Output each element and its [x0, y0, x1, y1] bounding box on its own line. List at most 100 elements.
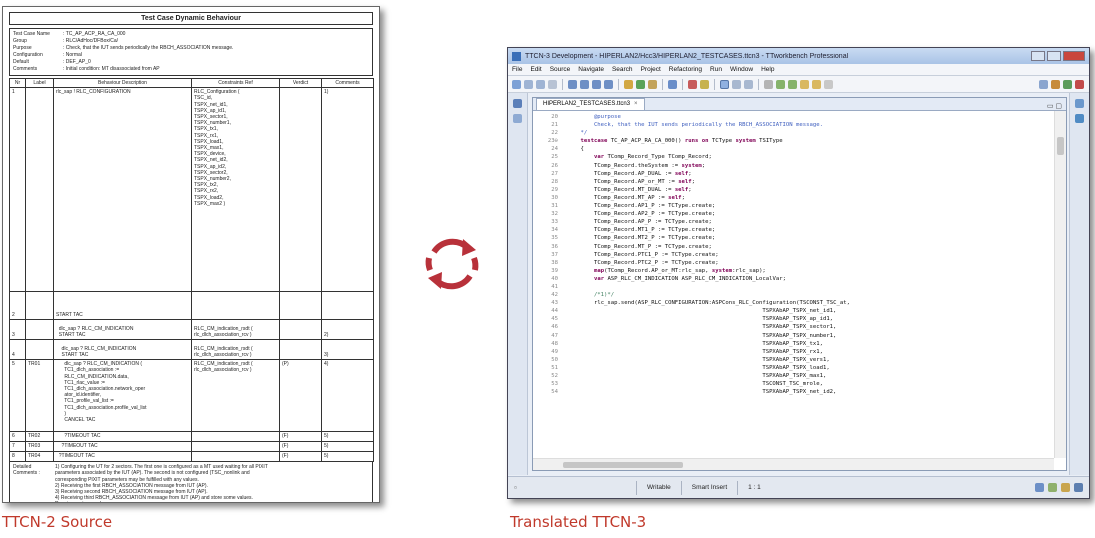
perspective-development-icon[interactable]: [1051, 79, 1060, 89]
menu-item-edit[interactable]: Edit: [530, 66, 541, 73]
list-icon[interactable]: [744, 79, 753, 89]
tab-testcases-file[interactable]: HIPERLAN2_TESTCASES.ttcn3 ×: [536, 98, 645, 110]
run-icon[interactable]: [636, 79, 645, 89]
folder-icon[interactable]: [624, 79, 633, 89]
code-line: 27 TComp_Record.AP_DUAL := self;: [533, 170, 1054, 178]
horizontal-scrollbar[interactable]: [533, 458, 1054, 470]
forward-icon[interactable]: [800, 79, 809, 89]
history-icon[interactable]: [824, 79, 833, 89]
code-line: 46 TSPXAbAP_TSPX_sector1,: [533, 323, 1054, 331]
search-icon[interactable]: [668, 79, 677, 89]
column-header: Constraints Ref: [191, 77, 280, 89]
perspective-debug-icon[interactable]: [1075, 79, 1084, 89]
header-value: : Check, that the IUT sends periodically…: [63, 45, 234, 51]
menu-item-source[interactable]: Source: [550, 66, 571, 73]
cell-cref: RLC_CM_indication_rsdt ( rlc_dlch_associ…: [191, 319, 280, 341]
debug-icon[interactable]: [688, 79, 697, 89]
code-text: TComp_Record.AP2_P := TCType.create;: [593, 211, 716, 218]
cell-verdict: [279, 291, 322, 321]
cell-comment: 5): [321, 431, 374, 443]
cell-desc: rlc_sap ! RLC_CONFIGURATION: [53, 87, 192, 293]
doc-title: Test Case Dynamic Behaviour: [9, 12, 373, 25]
status-bar: ▫ Writable Smart Insert 1 : 1: [508, 476, 1089, 498]
status-cursor-position: 1 : 1: [737, 480, 771, 495]
table-row: 3 dlc_sap ? RLC_CM_INDICATION START TAC R…: [9, 319, 374, 341]
project-explorer-icon[interactable]: [513, 99, 522, 108]
open-perspective-icon[interactable]: [1039, 79, 1048, 89]
line-number: 22: [551, 130, 558, 137]
code-text: TComp_Record.MT_AP := self;: [593, 194, 685, 201]
status-icon-4[interactable]: [1074, 483, 1083, 492]
back-icon[interactable]: [812, 79, 821, 89]
cell-nr: 6: [9, 431, 26, 443]
next-annotation-icon[interactable]: [776, 79, 785, 89]
close-button[interactable]: [1063, 51, 1085, 61]
cell-cref: [191, 291, 280, 321]
file-tab-label: HIPERLAN2_TESTCASES.ttcn3: [543, 101, 631, 107]
save-all-icon[interactable]: [536, 79, 545, 89]
properties-view-icon[interactable]: [1075, 114, 1084, 123]
outline-icon[interactable]: [513, 114, 522, 123]
vertical-scrollbar[interactable]: [1054, 111, 1066, 458]
toggle-view-icon[interactable]: [720, 79, 729, 89]
header-value: : TC_AP_ACP_RA_CA_000: [63, 31, 126, 37]
menu-item-refactoring[interactable]: Refactoring: [669, 66, 702, 73]
horizontal-scroll-thumb[interactable]: [563, 462, 683, 468]
line-number: 33: [551, 219, 558, 226]
menu-item-project[interactable]: Project: [641, 66, 661, 73]
menu-item-help[interactable]: Help: [761, 66, 774, 73]
table-row: 6 TR02 ?TIMEOUT TAC (F) 5): [9, 431, 374, 443]
column-header: Nr: [9, 77, 26, 89]
save-icon[interactable]: [524, 79, 533, 89]
status-icon-3[interactable]: [1061, 483, 1070, 492]
code-text: TComp_Record.PTC1_P := TCType.create;: [593, 251, 719, 258]
tools-icon[interactable]: [700, 79, 709, 89]
menu-item-run[interactable]: Run: [710, 66, 722, 73]
fast-view-icon[interactable]: ▫: [508, 483, 526, 492]
menu-item-window[interactable]: Window: [730, 66, 753, 73]
compile-icon[interactable]: [568, 79, 577, 89]
print-icon[interactable]: [548, 79, 557, 89]
status-icon-1[interactable]: [1035, 483, 1044, 492]
code-text: TComp_Record.AP_DUAL := self;: [593, 170, 692, 177]
table-row: 2 START TAC: [9, 291, 374, 321]
code-area[interactable]: 20 @purpose 21 Check, that the IUT sends …: [533, 111, 1054, 458]
perspective-execution-icon[interactable]: [1063, 79, 1072, 89]
editor-tabbar: HIPERLAN2_TESTCASES.ttcn3 × ▭ ▢: [533, 98, 1066, 111]
cell-nr: 5: [9, 359, 26, 433]
deploy-icon[interactable]: [604, 79, 613, 89]
line-number: 31: [551, 203, 558, 210]
code-text: TComp_Record.AP1_P := TCType.create;: [593, 203, 716, 210]
editor-window-controls[interactable]: ▭ ▢: [1047, 102, 1066, 110]
menu-item-file[interactable]: File: [512, 66, 522, 73]
new-file-icon[interactable]: [512, 79, 521, 89]
code-text: testcase TC_AP_ACP_RA_CA_000() runs on T…: [580, 138, 783, 145]
code-line: 26 TComp_Record.theSystem := system;: [533, 162, 1054, 170]
menu-item-navigate[interactable]: Navigate: [578, 66, 604, 73]
code-line: 52 TSPXAbAP_TSPX_max1,: [533, 372, 1054, 380]
doc-header: Test Case Name: TC_AP_ACP_RA_CA_000 Group…: [9, 28, 373, 76]
cell-label: TR03: [25, 441, 54, 453]
cell-cref: [191, 451, 280, 463]
header-row: Purpose: Check, that the IUT sends perio…: [13, 45, 369, 52]
detailed-comments-text: 1) Configuring the UT for 2 sectors. The…: [55, 464, 268, 502]
vertical-scroll-thumb[interactable]: [1057, 137, 1064, 155]
line-number: 45: [551, 316, 558, 323]
build-icon[interactable]: [580, 79, 589, 89]
navigate-icon[interactable]: [764, 79, 773, 89]
grid-icon[interactable]: [732, 79, 741, 89]
column-header: Label: [25, 77, 54, 89]
status-icon-2[interactable]: [1048, 483, 1057, 492]
maximize-button[interactable]: [1047, 51, 1061, 61]
build-all-icon[interactable]: [592, 79, 601, 89]
column-header: Verdict: [279, 77, 322, 89]
package-icon[interactable]: [648, 79, 657, 89]
restore-view-icon[interactable]: [1075, 99, 1084, 108]
close-tab-icon[interactable]: ×: [634, 101, 638, 110]
prev-annotation-icon[interactable]: [788, 79, 797, 89]
window-title: TTCN-3 Development - HIPERLAN2/Hcc3/HIPE…: [525, 52, 849, 60]
cell-label: TR01: [25, 359, 54, 433]
menu-item-search[interactable]: Search: [612, 66, 633, 73]
minimize-button[interactable]: [1031, 51, 1045, 61]
code-line: 20 @purpose: [533, 113, 1054, 121]
